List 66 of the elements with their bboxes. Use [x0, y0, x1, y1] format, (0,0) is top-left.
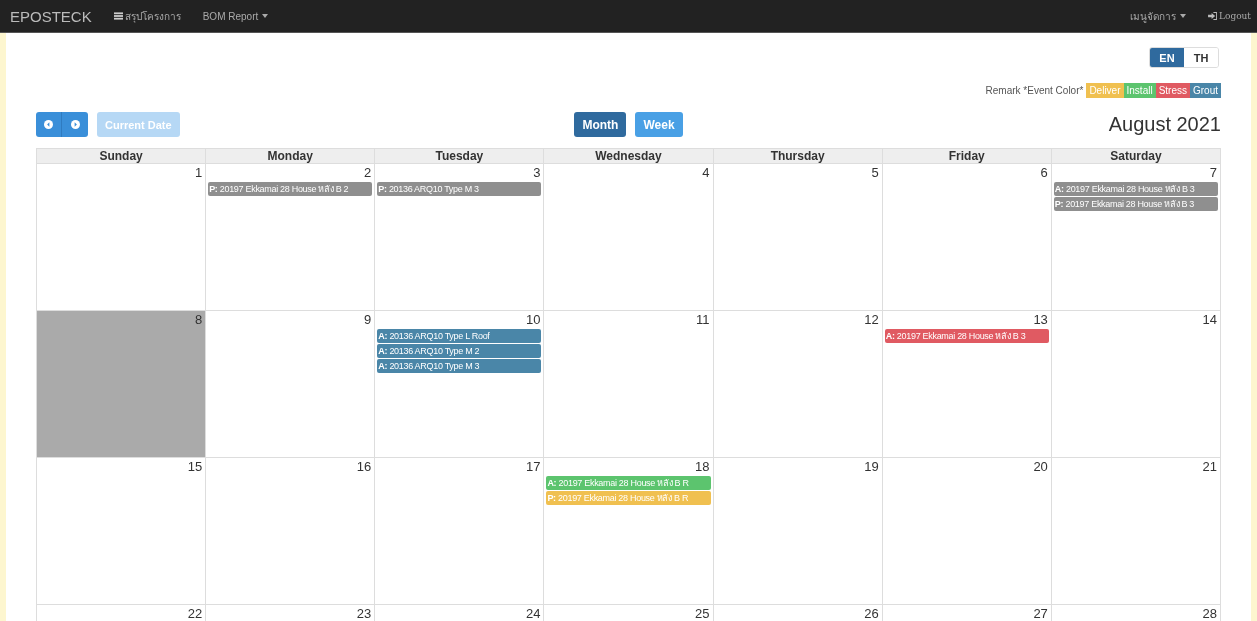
day-number: 19	[864, 459, 879, 474]
day-number: 27	[1033, 606, 1048, 621]
language-button[interactable]: EN	[1150, 48, 1184, 67]
legend-label: Remark *Event Color*	[985, 85, 1084, 96]
calendar-event[interactable]: P: 20136 ARQ10 Type M 3	[377, 182, 542, 196]
nav-link[interactable]: เมนูจัดการ	[1130, 8, 1186, 24]
calendar-event[interactable]: A: 20197 Ekkamai 28 House หลัง B 3	[884, 329, 1049, 343]
legend-tag: Deliver	[1086, 83, 1124, 98]
day-number: 7	[1209, 165, 1217, 180]
calendar-event[interactable]: P: 20197 Ekkamai 28 House หลัง B 2	[208, 182, 373, 196]
day-number: 6	[1040, 165, 1048, 180]
weekday-header: Saturday	[1051, 148, 1221, 163]
calendar-event[interactable]: A: 20136 ARQ10 Type M 3	[377, 359, 542, 373]
previous-button[interactable]	[36, 112, 62, 137]
weekday-header: Wednesday	[544, 148, 714, 163]
day-number: 2	[364, 165, 372, 180]
weekday-header: Friday	[882, 148, 1052, 163]
brand-link[interactable]: EPOSTECK	[10, 7, 92, 25]
day-number: 11	[696, 312, 710, 327]
day-number: 10	[525, 312, 541, 327]
calendar-title: August 2021	[1108, 113, 1221, 136]
day-number: 24	[525, 606, 541, 621]
day-number: 12	[864, 312, 879, 327]
day-number: 17	[525, 459, 541, 474]
nav-link[interactable]: Logout	[1208, 11, 1251, 21]
legend-tag: Grout	[1190, 83, 1221, 98]
day-number: 23	[356, 606, 372, 621]
day-number: 26	[864, 606, 879, 621]
calendar-event[interactable]: A: 20136 ARQ10 Type L Roof	[377, 329, 542, 343]
day-number: 4	[702, 165, 710, 180]
legend-tag: Stress	[1155, 83, 1190, 98]
weekday-header: Sunday	[37, 148, 207, 163]
view-button[interactable]: Week	[635, 112, 683, 137]
nav-link[interactable]: BOM Report	[202, 10, 269, 22]
chevron-right-icon	[70, 120, 80, 129]
day-number: 15	[187, 459, 203, 474]
view-button[interactable]: Month	[574, 112, 627, 137]
weekday-header: Monday	[206, 148, 376, 163]
logout-icon	[1208, 12, 1217, 20]
day-number: 5	[871, 165, 879, 180]
day-number: 21	[1202, 459, 1217, 474]
day-number: 13	[1033, 312, 1048, 327]
day-number: 25	[695, 606, 710, 621]
legend-tag: Install	[1123, 83, 1156, 98]
weekday-header: Thursday	[713, 148, 883, 163]
day-number: 8	[194, 312, 203, 327]
day-number: 16	[356, 459, 372, 474]
day-number: 20	[1033, 459, 1048, 474]
nav-link[interactable]: สรุปโครงการ	[113, 8, 181, 24]
next-button[interactable]	[62, 112, 88, 137]
day-number: 28	[1202, 606, 1217, 621]
list-icon	[113, 12, 123, 20]
day-number: 9	[364, 312, 372, 327]
day-number: 14	[1202, 312, 1217, 327]
caret-icon	[1180, 14, 1186, 18]
day-number: 22	[187, 606, 203, 621]
calendar-event[interactable]: P: 20197 Ekkamai 28 House หลัง B 3	[1053, 197, 1218, 211]
day-number: 18	[695, 459, 710, 474]
calendar-event[interactable]: A: 20197 Ekkamai 28 House หลัง B 3	[1053, 182, 1218, 196]
caret-icon	[262, 14, 269, 18]
calendar-event[interactable]: A: 20136 ARQ10 Type M 2	[377, 344, 542, 358]
day-number: 3	[533, 165, 541, 180]
calendar-event[interactable]: A: 20197 Ekkamai 28 House หลัง B R	[546, 476, 711, 490]
day-number: 1	[194, 165, 203, 180]
chevron-left-icon	[44, 120, 53, 129]
weekday-header: Tuesday	[375, 148, 545, 163]
